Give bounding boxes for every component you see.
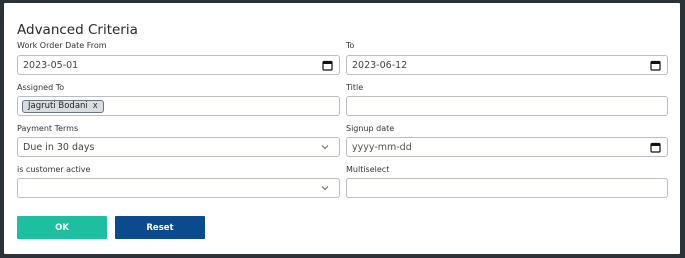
chip-remove-icon[interactable]: x (93, 101, 98, 111)
work-order-date-from-label: Work Order Date From (17, 41, 107, 50)
work-order-date-to-input[interactable]: 2023-06-12 (346, 55, 668, 75)
chevron-down-icon (320, 183, 330, 193)
ok-button[interactable]: OK (17, 216, 107, 239)
multiselect-input[interactable] (346, 178, 668, 198)
is-customer-active-select[interactable] (17, 178, 340, 198)
reset-button[interactable]: Reset (115, 216, 205, 239)
calendar-icon[interactable] (322, 60, 333, 71)
signup-date-label: Signup date (346, 124, 395, 133)
advanced-criteria-panel: Advanced Criteria Work Order Date From 2… (4, 3, 680, 254)
signup-date-placeholder: yyyy-mm-dd (352, 141, 412, 153)
calendar-icon[interactable] (650, 60, 661, 71)
payment-terms-label: Payment Terms (17, 124, 79, 133)
multiselect-label: Multiselect (346, 165, 390, 174)
assigned-to-input[interactable]: Jagruti Bodani x (17, 96, 340, 116)
work-order-date-from-input[interactable]: 2023-05-01 (17, 55, 340, 75)
payment-terms-select[interactable]: Due in 30 days (17, 137, 340, 157)
chevron-down-icon (320, 142, 330, 152)
signup-date-input[interactable]: yyyy-mm-dd (346, 137, 668, 157)
work-order-date-to-value: 2023-06-12 (352, 59, 408, 71)
work-order-date-to-label: To (346, 41, 355, 50)
panel-title: Advanced Criteria (17, 22, 138, 38)
is-customer-active-label: is customer active (17, 165, 91, 174)
assigned-to-chip: Jagruti Bodani x (22, 99, 104, 113)
work-order-date-from-value: 2023-05-01 (23, 59, 79, 71)
title-label: Title (346, 83, 364, 92)
title-input[interactable] (346, 96, 668, 116)
chip-label: Jagruti Bodani (28, 101, 88, 111)
calendar-icon[interactable] (650, 142, 661, 153)
assigned-to-label: Assigned To (17, 83, 65, 92)
payment-terms-value: Due in 30 days (23, 141, 95, 153)
